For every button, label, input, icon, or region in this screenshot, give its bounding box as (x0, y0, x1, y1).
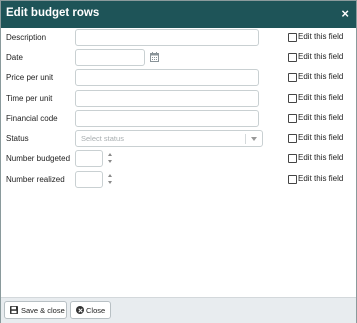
stepper-up-icon[interactable] (108, 174, 112, 177)
status-select[interactable]: Select status (75, 130, 263, 147)
save-close-button[interactable]: Save & close (4, 301, 67, 319)
chevron-down-icon[interactable] (251, 137, 257, 141)
row-number-realized: Number realized Edit this field (1, 171, 356, 191)
save-close-label: Save & close (21, 306, 65, 315)
time-per-unit-input[interactable] (75, 90, 259, 107)
edit-this-field-label: Edit this field (298, 32, 344, 41)
dialog-close-icon[interactable]: × (341, 6, 349, 21)
number-budgeted-stepper[interactable] (105, 150, 115, 167)
number-realized-label: Number realized (6, 175, 65, 184)
select-divider (245, 134, 246, 144)
edit-this-field-label: Edit this field (298, 72, 344, 81)
checkbox-box[interactable] (288, 33, 297, 42)
checkbox-box[interactable] (288, 154, 297, 163)
description-input[interactable] (75, 29, 259, 46)
checkbox-box[interactable] (288, 114, 297, 123)
edit-budget-rows-dialog: Edit budget rows × Description Edit this… (0, 0, 357, 323)
date-label: Date (6, 53, 23, 62)
stepper-up-icon[interactable] (108, 153, 112, 156)
dialog-titlebar: Edit budget rows × (1, 1, 356, 28)
description-label: Description (6, 33, 47, 42)
close-label: Close (86, 306, 106, 315)
calendar-icon[interactable] (150, 52, 159, 62)
edit-this-field-label: Edit this field (298, 153, 344, 162)
row-financial-code: Financial code Edit this field (1, 110, 356, 130)
stepper-down-icon[interactable] (108, 160, 112, 163)
edit-this-field-label: Edit this field (298, 174, 344, 183)
checkbox-box[interactable] (288, 175, 297, 184)
number-realized-input[interactable] (75, 171, 103, 188)
checkbox-box[interactable] (288, 73, 297, 82)
close-button[interactable]: Close (70, 301, 111, 319)
dialog-footer: Save & close Close (1, 297, 356, 323)
time-per-unit-label: Time per unit (6, 94, 53, 103)
price-per-unit-input[interactable] (75, 69, 259, 86)
edit-this-field-label: Edit this field (298, 93, 344, 102)
edit-this-field-label: Edit this field (298, 52, 344, 61)
row-status: Status Select status Edit this field (1, 130, 356, 150)
dialog-title: Edit budget rows (6, 7, 100, 19)
status-placeholder: Select status (81, 134, 124, 143)
status-label: Status (6, 134, 29, 143)
financial-code-label: Financial code (6, 114, 58, 123)
checkbox-box[interactable] (288, 94, 297, 103)
row-date: Date Edit this field (1, 49, 356, 69)
row-number-budgeted: Number budgeted Edit this field (1, 150, 356, 170)
row-price-per-unit: Price per unit Edit this field (1, 69, 356, 89)
number-budgeted-label: Number budgeted (6, 154, 71, 163)
price-per-unit-label: Price per unit (6, 73, 54, 82)
edit-this-field-label: Edit this field (298, 133, 344, 142)
date-input[interactable] (75, 49, 145, 66)
close-circle-icon (76, 306, 84, 314)
stepper-down-icon[interactable] (108, 181, 112, 184)
floppy-disk-icon (10, 306, 18, 314)
row-time-per-unit: Time per unit Edit this field (1, 90, 356, 110)
number-realized-stepper[interactable] (105, 171, 115, 188)
financial-code-input[interactable] (75, 110, 259, 127)
row-description: Description Edit this field (1, 29, 356, 49)
edit-this-field-label: Edit this field (298, 113, 344, 122)
number-budgeted-input[interactable] (75, 150, 103, 167)
checkbox-box[interactable] (288, 53, 297, 62)
checkbox-box[interactable] (288, 134, 297, 143)
